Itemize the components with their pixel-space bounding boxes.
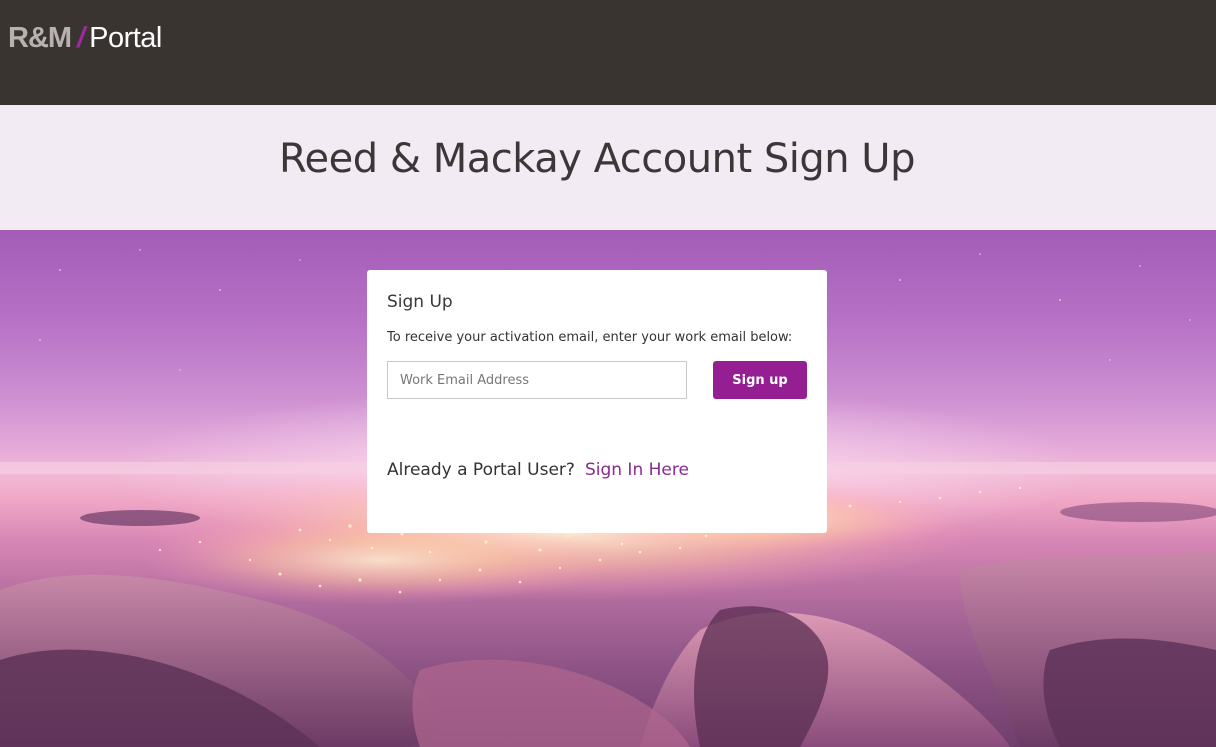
signup-card-heading: Sign Up [387, 292, 453, 312]
title-band: Reed & Mackay Account Sign Up [0, 105, 1216, 230]
existing-user-row: Already a Portal User? Sign In Here [387, 458, 689, 482]
rm-portal-logo[interactable]: R&M / Portal [8, 22, 162, 54]
logo-product-text: Portal [89, 22, 162, 54]
sign-up-button[interactable]: Sign up [713, 361, 807, 399]
sign-in-here-link[interactable]: Sign In Here [585, 460, 689, 480]
page-title: Reed & Mackay Account Sign Up [279, 136, 915, 182]
logo-slash: / [77, 22, 86, 54]
work-email-input[interactable] [387, 361, 687, 399]
existing-user-prompt: Already a Portal User? [387, 460, 575, 480]
signup-card: Sign Up To receive your activation email… [367, 270, 827, 533]
logo-brand-text: R&M [8, 22, 72, 54]
signup-instruction-text: To receive your activation email, enter … [387, 330, 793, 345]
top-header-bar: R&M / Portal [0, 0, 1216, 105]
